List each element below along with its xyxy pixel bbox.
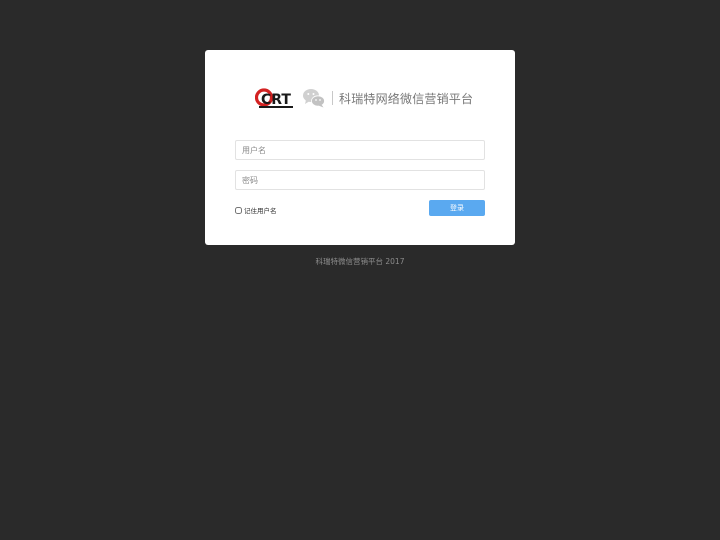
crt-logo-text: CRT (261, 92, 291, 108)
remember-username-label: 记住用户名 (244, 207, 277, 215)
footer-copyright: 科瑞特微信营销平台 2017 (315, 257, 405, 266)
remember-username-checkbox[interactable] (235, 206, 242, 214)
brand-name: 科瑞特网络微信营销平台 (339, 91, 474, 106)
username-input[interactable] (235, 140, 485, 160)
login-card: CRT 科瑞特网络微信营销平台 记住用户名 登录 (205, 50, 515, 245)
login-button[interactable]: 登录 (429, 200, 485, 216)
remember-username[interactable]: 记住用户名 (235, 205, 277, 215)
crt-logo: CRT (255, 86, 295, 110)
brand-header: CRT 科瑞特网络微信营销平台 (255, 86, 473, 110)
wechat-icon (302, 87, 326, 109)
password-input[interactable] (235, 170, 485, 190)
brand-divider (332, 91, 333, 105)
